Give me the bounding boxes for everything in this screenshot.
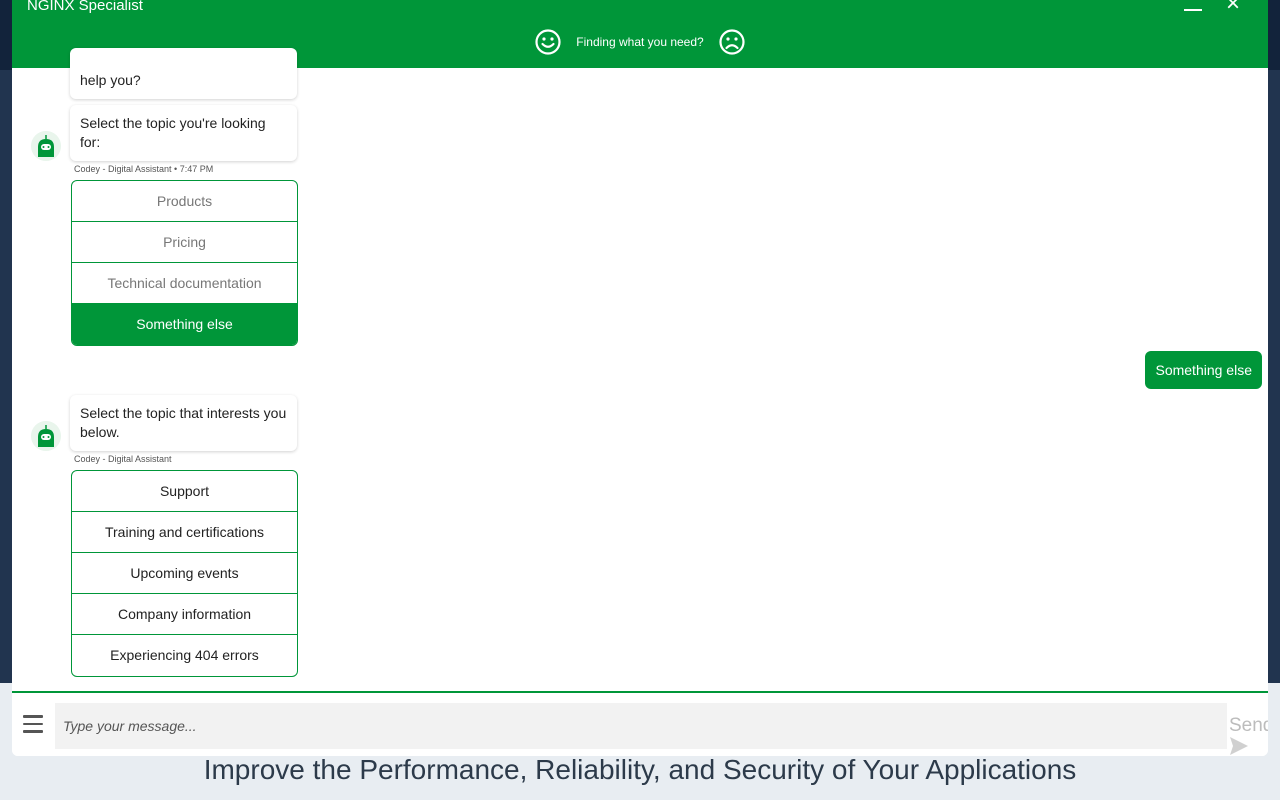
option-button[interactable]: Support — [72, 471, 297, 512]
feedback-prompt: Finding what you need? — [576, 35, 704, 49]
close-icon[interactable]: × — [1221, 0, 1245, 16]
option-button[interactable]: Pricing — [72, 222, 297, 263]
bot-avatar — [31, 131, 61, 161]
chat-title: NGINX Specialist — [27, 0, 143, 14]
message-list: help you? Select the topic you're lookin… — [12, 48, 1268, 691]
smile-icon[interactable] — [534, 28, 562, 56]
bot-message: Select the topic you're looking for: — [70, 105, 297, 161]
option-button[interactable]: Technical documentation — [72, 263, 297, 304]
interest-options: Support Training and certifications Upco… — [71, 470, 298, 677]
page-tagline: Improve the Performance, Reliability, an… — [203, 754, 1077, 785]
menu-icon[interactable] — [23, 715, 43, 733]
option-button[interactable]: Training and certifications — [72, 512, 297, 553]
option-button[interactable]: Upcoming events — [72, 553, 297, 594]
chat-widget: NGINX Specialist × Finding what you need… — [12, 0, 1268, 756]
message-meta: Codey - Digital Assistant — [74, 454, 172, 464]
bot-message: Select the topic that interests you belo… — [70, 395, 297, 451]
bot-message-text: Select the topic you're looking for: — [80, 115, 266, 150]
user-message: Something else — [1145, 351, 1262, 389]
bot-avatar-icon — [31, 131, 61, 161]
topic-options: Products Pricing Technical documentation… — [71, 180, 298, 346]
option-button[interactable]: Products — [72, 181, 297, 222]
bot-avatar-icon — [31, 421, 61, 451]
bot-message-text: help you? — [80, 72, 141, 88]
minimize-icon[interactable] — [1182, 2, 1206, 26]
bot-message-text: Select the topic that interests you belo… — [80, 405, 287, 440]
message-composer: Send — [12, 691, 1268, 756]
bot-message: help you? — [70, 48, 297, 99]
bot-avatar — [31, 421, 61, 451]
message-input[interactable] — [55, 703, 1227, 749]
send-icon[interactable] — [1228, 735, 1250, 756]
send-button[interactable]: Send — [1229, 715, 1268, 737]
message-meta: Codey - Digital Assistant • 7:47 PM — [74, 164, 214, 174]
option-button-selected[interactable]: Something else — [72, 304, 297, 345]
option-button[interactable]: Company information — [72, 594, 297, 635]
option-button[interactable]: Experiencing 404 errors — [72, 635, 297, 676]
frown-icon[interactable] — [718, 28, 746, 56]
